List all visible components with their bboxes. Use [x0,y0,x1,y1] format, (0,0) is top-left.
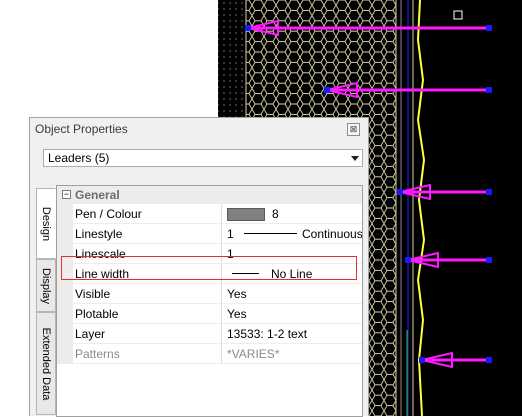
property-name: Pen / Colour [75,207,142,221]
group-general[interactable]: − General [57,186,362,204]
property-value[interactable]: 8 [221,204,362,223]
tab-design-label: Design [40,206,52,241]
panel-tabs: Design Display Extended Data [36,188,56,417]
pen-number: 8 [272,207,279,221]
tab-extended-data[interactable]: Extended Data [36,312,56,415]
tab-design[interactable]: Design [36,188,56,259]
colour-swatch [227,208,265,221]
property-grid: − General Pen / Colour 8 Linestyle 1 Con… [56,185,363,417]
chevron-down-icon[interactable] [351,156,359,161]
property-row-pen-colour[interactable]: Pen / Colour 8 [57,204,362,224]
collapse-icon[interactable]: − [62,190,71,199]
property-value[interactable]: Yes [221,284,362,303]
linestyle-preview [244,233,297,234]
tab-display[interactable]: Display [36,259,56,312]
close-icon[interactable]: ⊠ [347,123,360,136]
property-name: Linescale [75,247,126,261]
line-width-preview [232,273,259,274]
group-general-label: General [75,188,120,202]
property-name: Linestyle [75,227,123,241]
property-row-linestyle[interactable]: Linestyle 1 Continuous [57,224,362,244]
panel-title: Object Properties [35,122,128,136]
property-row-line-width[interactable]: Line width No Line [57,264,362,284]
object-properties-panel: Object Properties ⊠ Leaders (5) Design D… [29,117,369,417]
property-row-layer[interactable]: Layer 13533: 1-2 text [57,324,362,344]
property-row-visible[interactable]: Visible Yes [57,284,362,304]
property-value[interactable]: *VARIES* [221,344,362,363]
property-name: Line width [75,267,130,281]
tab-display-label: Display [40,267,52,304]
property-value[interactable]: 1 Continuous [221,224,362,243]
tab-extended-data-label: Extended Data [40,327,52,400]
object-type-dropdown[interactable]: Leaders (5) [43,149,363,167]
property-name: Layer [75,327,106,341]
property-value[interactable]: 1 [221,244,362,263]
property-value[interactable]: Yes [221,304,362,323]
property-row-plotable[interactable]: Plotable Yes [57,304,362,324]
linestyle-number: 1 [227,227,234,241]
property-value[interactable]: 13533: 1-2 text [221,324,362,343]
property-row-linescale[interactable]: Linescale 1 [57,244,362,264]
object-type-value: Leaders (5) [48,151,110,165]
property-row-patterns[interactable]: Patterns *VARIES* [57,344,362,364]
line-width-value: No Line [271,267,313,281]
property-name: Visible [75,287,111,301]
property-name: Patterns [75,347,120,361]
property-name: Plotable [75,307,119,321]
property-value[interactable]: No Line [221,264,362,283]
linestyle-name: Continuous [302,227,362,241]
